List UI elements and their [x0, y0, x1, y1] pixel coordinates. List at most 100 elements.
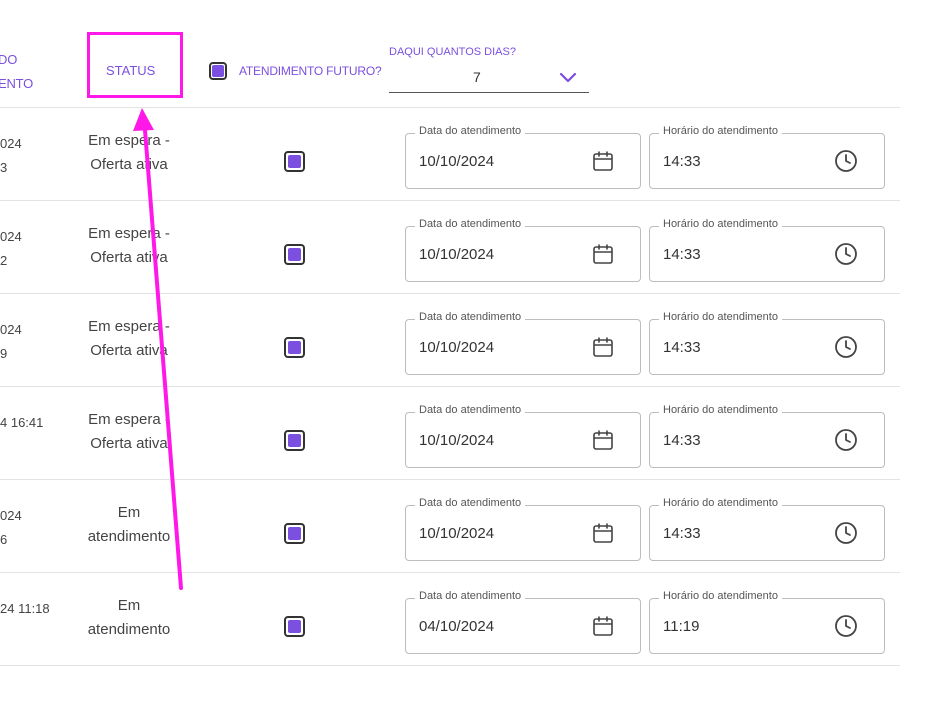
clock-icon[interactable]	[834, 335, 858, 364]
status-line: Oferta ativa	[90, 249, 168, 266]
cell-datetime-line: 024	[0, 322, 22, 337]
table-row: 4 16:41 Em espera - Oferta ativa Data do…	[0, 387, 900, 480]
appointment-time-field[interactable]: Horário do atendimento 11:19	[649, 590, 885, 654]
future-appointment-checkbox[interactable]	[284, 151, 305, 172]
status-line: atendimento	[87, 528, 171, 545]
field-label: Horário do atendimento	[659, 218, 782, 230]
appointment-time-value: 11:19	[663, 618, 700, 635]
field-label: Data do atendimento	[415, 125, 526, 137]
status-line: Em espera -	[88, 318, 170, 335]
days-select-value: 7	[473, 69, 481, 85]
cell-status: Em espera - Oferta ativa	[66, 315, 192, 363]
status-line: Oferta ativa	[90, 156, 168, 173]
cell-datetime: 24 11:18	[0, 597, 60, 621]
cell-datetime: 4 16:41	[0, 411, 60, 435]
appointment-date-value: 10/10/2024	[419, 153, 495, 170]
status-line: Oferta ativa	[90, 342, 168, 359]
clock-icon[interactable]	[834, 521, 858, 550]
status-line: Oferta ativa	[90, 435, 168, 452]
appointment-time-field[interactable]: Horário do atendimento 14:33	[649, 311, 885, 375]
cell-datetime-line: 024	[0, 508, 22, 523]
cell-status: Em espera - Oferta ativa	[66, 408, 192, 456]
appointment-date-value: 10/10/2024	[419, 339, 495, 356]
cell-status: Em atendimento	[66, 594, 192, 642]
table-row: 024 3 Em espera - Oferta ativa Data do a…	[0, 108, 900, 201]
clock-icon[interactable]	[834, 149, 858, 178]
clock-icon[interactable]	[834, 242, 858, 271]
calendar-icon[interactable]	[592, 150, 614, 177]
field-label: Horário do atendimento	[659, 404, 782, 416]
appointment-time-value: 14:33	[663, 339, 701, 356]
appointment-date-value: 04/10/2024	[419, 618, 495, 635]
cell-status: Em espera - Oferta ativa	[66, 129, 192, 177]
appointment-date-field[interactable]: Data do atendimento 10/10/2024	[405, 497, 641, 561]
appointment-date-field[interactable]: Data do atendimento 10/10/2024	[405, 125, 641, 189]
appointment-time-field[interactable]: Horário do atendimento 14:33	[649, 218, 885, 282]
days-select-label: DAQUI QUANTOS DIAS?	[389, 46, 516, 58]
cell-datetime-line: 24 11:18	[0, 601, 50, 616]
appointment-date-field[interactable]: Data do atendimento 10/10/2024	[405, 404, 641, 468]
appointment-date-field[interactable]: Data do atendimento 10/10/2024	[405, 311, 641, 375]
column-header-line: ENTO	[0, 76, 34, 91]
field-label: Data do atendimento	[415, 311, 526, 323]
cell-datetime-line: 024	[0, 136, 22, 151]
field-label: Data do atendimento	[415, 218, 526, 230]
field-label: Horário do atendimento	[659, 497, 782, 509]
calendar-icon[interactable]	[592, 429, 614, 456]
cell-datetime-line: 4 16:41	[0, 415, 44, 430]
table-row: 024 9 Em espera - Oferta ativa Data do a…	[0, 294, 900, 387]
cell-status: Em espera - Oferta ativa	[66, 222, 192, 270]
status-line: Em	[117, 504, 141, 521]
cell-datetime-line: 9	[0, 346, 8, 361]
status-line: Em espera -	[88, 411, 170, 428]
future-appointment-checkbox[interactable]	[284, 337, 305, 358]
appointment-time-field[interactable]: Horário do atendimento 14:33	[649, 497, 885, 561]
field-label: Data do atendimento	[415, 404, 526, 416]
appointment-date-field[interactable]: Data do atendimento 10/10/2024	[405, 218, 641, 282]
calendar-icon[interactable]	[592, 243, 614, 270]
appointment-time-value: 14:33	[663, 525, 701, 542]
future-appointment-checkbox[interactable]	[209, 62, 227, 80]
chevron-down-icon[interactable]	[559, 70, 577, 88]
column-header-line: DO	[0, 52, 18, 67]
cell-datetime-line: 6	[0, 532, 8, 547]
highlight-box	[87, 32, 183, 98]
cell-datetime-line: 3	[0, 160, 8, 175]
days-select[interactable]: 7	[389, 64, 589, 93]
cell-datetime: 024 3	[0, 132, 60, 180]
appointment-date-field[interactable]: Data do atendimento 04/10/2024	[405, 590, 641, 654]
status-line: atendimento	[87, 621, 171, 638]
appointment-date-value: 10/10/2024	[419, 432, 495, 449]
appointment-date-value: 10/10/2024	[419, 525, 495, 542]
field-label: Data do atendimento	[415, 497, 526, 509]
clock-icon[interactable]	[834, 428, 858, 457]
appointment-time-value: 14:33	[663, 246, 701, 263]
calendar-icon[interactable]	[592, 522, 614, 549]
appointment-time-value: 14:33	[663, 432, 701, 449]
divider	[0, 665, 900, 666]
clock-icon[interactable]	[834, 614, 858, 643]
table-row: 24 11:18 Em atendimento Data do atendime…	[0, 573, 900, 666]
status-line: Em	[117, 597, 141, 614]
calendar-icon[interactable]	[592, 336, 614, 363]
future-appointment-checkbox[interactable]	[284, 616, 305, 637]
field-label: Horário do atendimento	[659, 125, 782, 137]
future-appointment-checkbox[interactable]	[284, 430, 305, 451]
cell-datetime: 024 2	[0, 225, 60, 273]
status-line: Em espera -	[88, 132, 170, 149]
appointment-time-field[interactable]: Horário do atendimento 14:33	[649, 404, 885, 468]
appointment-time-field[interactable]: Horário do atendimento 14:33	[649, 125, 885, 189]
cell-status: Em atendimento	[66, 501, 192, 549]
cell-datetime-line: 024	[0, 229, 22, 244]
field-label: Data do atendimento	[415, 590, 526, 602]
future-appointment-checkbox[interactable]	[284, 244, 305, 265]
calendar-icon[interactable]	[592, 615, 614, 642]
cell-datetime: 024 6	[0, 504, 60, 552]
future-appointment-checkbox[interactable]	[284, 523, 305, 544]
status-line: Em espera -	[88, 225, 170, 242]
field-label: Horário do atendimento	[659, 311, 782, 323]
table-row: 024 6 Em atendimento Data do atendimento…	[0, 480, 900, 573]
table-row: 024 2 Em espera - Oferta ativa Data do a…	[0, 201, 900, 294]
appointment-time-value: 14:33	[663, 153, 701, 170]
field-label: Horário do atendimento	[659, 590, 782, 602]
